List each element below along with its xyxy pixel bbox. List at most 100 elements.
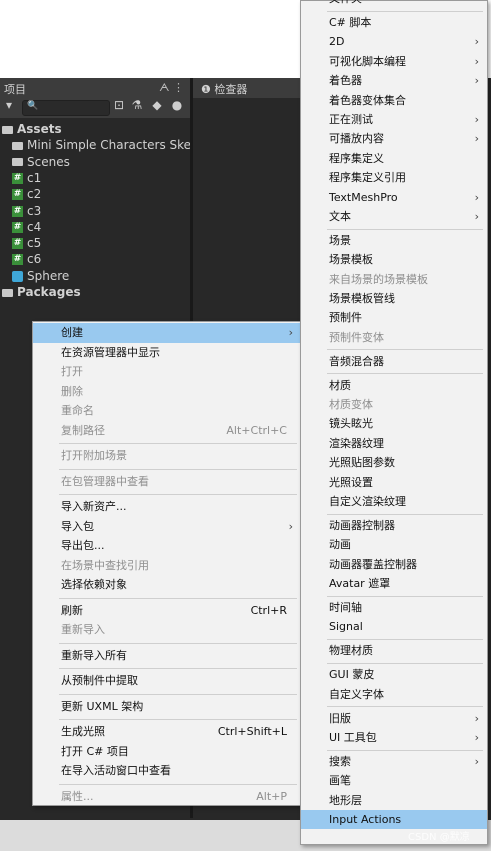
menu-item[interactable]: 更新 UXML 架构: [33, 697, 301, 717]
create-dropdown-icon[interactable]: ▾: [2, 98, 16, 112]
menu-item[interactable]: 动画器控制器: [301, 516, 487, 535]
menu-item-label: 渲染器纹理: [329, 436, 384, 450]
menu-item[interactable]: 导出包...: [33, 536, 301, 556]
tree-item[interactable]: # c3: [12, 203, 41, 219]
search-input[interactable]: 🔍: [22, 100, 110, 116]
menu-item[interactable]: 重命名: [33, 401, 301, 421]
menu-item-label: 着色器变体集合: [329, 93, 406, 107]
menu-item[interactable]: 创建 ›: [33, 323, 301, 343]
menu-item[interactable]: 材质: [301, 376, 487, 395]
menu-item[interactable]: 从预制件中提取: [33, 671, 301, 691]
menu-item-label: 文本: [329, 209, 351, 223]
tree-item[interactable]: # c4: [12, 219, 41, 235]
menu-item[interactable]: 自定义字体: [301, 685, 487, 704]
menu-item[interactable]: 着色器变体集合: [301, 91, 487, 110]
label-icon[interactable]: ◆: [150, 98, 164, 112]
menu-item[interactable]: 场景: [301, 231, 487, 250]
menu-item[interactable]: 预制件变体: [301, 328, 487, 347]
menu-item[interactable]: GUI 蒙皮: [301, 665, 487, 684]
menu-item[interactable]: 场景模板管线: [301, 289, 487, 308]
menu-item[interactable]: 导入包 ›: [33, 517, 301, 537]
tree-item[interactable]: Packages: [2, 284, 81, 300]
menu-separator: [327, 662, 483, 664]
menu-item[interactable]: 在场景中查找引用: [33, 556, 301, 576]
menu-item[interactable]: 删除: [33, 382, 301, 402]
menu-item[interactable]: 来自场景的场景模板: [301, 270, 487, 289]
menu-item[interactable]: 选择依赖对象: [33, 575, 301, 595]
chevron-right-icon: ›: [288, 326, 293, 339]
menu-item[interactable]: 可视化脚本编程 ›: [301, 52, 487, 71]
menu-item[interactable]: 生成光照 Ctrl+Shift+L: [33, 722, 301, 742]
menu-item[interactable]: 在包管理器中查看: [33, 472, 301, 492]
menu-item[interactable]: 地形层: [301, 791, 487, 810]
menu-item[interactable]: 画笔: [301, 771, 487, 790]
menu-item-label: 镜头眩光: [329, 417, 373, 431]
menu-item[interactable]: 旧版 ›: [301, 709, 487, 728]
menu-item[interactable]: 2D ›: [301, 32, 487, 51]
menu-item[interactable]: 文本 ›: [301, 207, 487, 226]
menu-item[interactable]: 着色器 ›: [301, 71, 487, 90]
menu-item[interactable]: Signal: [301, 617, 487, 636]
menu-item[interactable]: 材质变体: [301, 395, 487, 414]
menu-item[interactable]: 正在测试 ›: [301, 110, 487, 129]
menu-item[interactable]: 打开附加场景: [33, 446, 301, 466]
menu-separator: [327, 595, 483, 597]
search-by-type-icon[interactable]: ⊡: [112, 98, 126, 112]
menu-separator: [327, 706, 483, 708]
menu-item-label: 程序集定义: [329, 151, 384, 165]
tree-item[interactable]: # c6: [12, 251, 41, 267]
menu-item[interactable]: 光照贴图参数: [301, 453, 487, 472]
menu-item[interactable]: 导入新资产...: [33, 497, 301, 517]
csharp-script-icon: #: [12, 221, 23, 233]
menu-item[interactable]: 重新导入: [33, 620, 301, 640]
menu-item[interactable]: 镜头眩光: [301, 414, 487, 433]
inspector-panel-header[interactable]: ❶ 检查器: [193, 78, 303, 98]
menu-item[interactable]: 搜索 ›: [301, 752, 487, 771]
menu-item[interactable]: 打开 C# 项目: [33, 742, 301, 762]
tree-item[interactable]: Scenes: [12, 154, 70, 170]
tree-item[interactable]: # c2: [12, 186, 41, 202]
menu-item[interactable]: Input Actions: [301, 810, 487, 830]
menu-item[interactable]: C# 脚本: [301, 13, 487, 32]
menu-item[interactable]: 动画器覆盖控制器: [301, 555, 487, 574]
menu-item[interactable]: Avatar 遮罩: [301, 574, 487, 593]
tree-item[interactable]: Mini Simple Characters Ske: [12, 137, 191, 153]
menu-item[interactable]: 物理材质: [301, 641, 487, 660]
menu-item[interactable]: 可播放内容 ›: [301, 129, 487, 148]
tree-item[interactable]: # c5: [12, 235, 41, 251]
menu-item[interactable]: 重新导入所有: [33, 646, 301, 666]
menu-item[interactable]: 动画: [301, 535, 487, 554]
hidden-packages-icon[interactable]: ●: [170, 98, 184, 112]
menu-item[interactable]: 时间轴: [301, 598, 487, 617]
menu-item[interactable]: 自定义渲染纹理: [301, 492, 487, 511]
tree-item[interactable]: Assets: [2, 121, 62, 137]
menu-item[interactable]: 属性... Alt+P: [33, 787, 301, 807]
menu-item[interactable]: UI 工具包 ›: [301, 728, 487, 747]
menu-item-label: 时间轴: [329, 601, 362, 614]
menu-item[interactable]: 打开: [33, 362, 301, 382]
menu-item-label: 打开附加场景: [61, 449, 127, 462]
chevron-right-icon: ›: [474, 112, 479, 126]
menu-item[interactable]: 在导入活动窗口中查看: [33, 761, 301, 781]
menu-item[interactable]: 音频混合器: [301, 352, 487, 371]
filter-icon[interactable]: ⚗: [130, 98, 144, 112]
menu-item[interactable]: 光照设置: [301, 473, 487, 492]
menu-item-label: 属性...: [61, 789, 94, 803]
panel-options-icon[interactable]: ᗅ ⋮: [159, 81, 184, 95]
tree-item[interactable]: Sphere: [12, 268, 69, 284]
project-panel-header[interactable]: 项目 ᗅ ⋮: [0, 78, 190, 98]
menu-item[interactable]: 渲染器纹理: [301, 434, 487, 453]
menu-item-label: 着色器: [329, 74, 362, 88]
menu-item[interactable]: 场景模板: [301, 250, 487, 269]
menu-item[interactable]: 预制件: [301, 308, 487, 327]
menu-item-shortcut: Ctrl+R: [250, 603, 287, 617]
tree-item[interactable]: # c1: [12, 170, 41, 186]
menu-item[interactable]: 刷新 Ctrl+R: [33, 601, 301, 621]
menu-item[interactable]: 程序集定义: [301, 149, 487, 168]
menu-item[interactable]: TextMeshPro ›: [301, 188, 487, 207]
menu-item[interactable]: 文件夹: [301, 0, 487, 8]
menu-item[interactable]: 在资源管理器中显示: [33, 343, 301, 363]
tree-item-label: c3: [27, 203, 42, 218]
menu-item[interactable]: 程序集定义引用: [301, 168, 487, 187]
menu-item[interactable]: 复制路径 Alt+Ctrl+C: [33, 421, 301, 441]
